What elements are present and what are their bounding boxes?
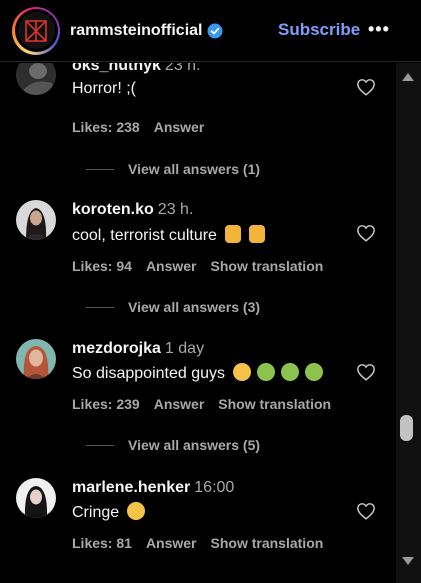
comment-item: koroten.ko 23 h. cool, terrorist culture … — [0, 199, 395, 339]
comment-actions: Likes: 94 Answer Show translation — [72, 258, 337, 274]
comment-time: 23 h. — [164, 63, 201, 74]
comment-author[interactable]: mezdorojka 1 day — [72, 340, 204, 358]
answer-button[interactable]: Answer — [154, 119, 205, 135]
comment-avatar[interactable] — [16, 478, 56, 518]
comment-actions: Likes: 238 Answer — [72, 119, 218, 135]
profile-avatar[interactable] — [12, 6, 60, 55]
comment-time: 16:00 — [194, 479, 235, 496]
divider-line — [86, 306, 114, 308]
post-header: rammsteinofficial Subscribe ••• — [0, 0, 421, 62]
answer-button[interactable]: Answer — [154, 396, 205, 412]
scroll-down-arrow-icon[interactable] — [402, 557, 414, 565]
comments-list[interactable]: oks_nutnyk 23 h. Horror! ;( Likes: 238 Ans… — [0, 63, 395, 583]
comment-actions: Likes: 239 Answer Show translation — [72, 396, 345, 412]
likes-count[interactable]: Likes: 239 — [72, 396, 140, 412]
like-heart-icon[interactable] — [356, 363, 376, 386]
likes-count[interactable]: Likes: 81 — [72, 535, 132, 551]
comment-item: marlene.henker 16:00 Cringe Likes: 81 Answ… — [0, 477, 395, 583]
view-answers-button[interactable]: View all answers (1) — [86, 161, 260, 177]
divider-line — [86, 444, 114, 446]
subscribe-button[interactable]: Subscribe — [278, 20, 360, 40]
comment-text: So disappointed guys — [72, 363, 323, 383]
show-translation-button[interactable]: Show translation — [211, 258, 324, 274]
likes-count[interactable]: Likes: 238 — [72, 119, 140, 135]
comment-time: 23 h. — [157, 201, 194, 218]
comment-avatar[interactable] — [16, 63, 56, 95]
answer-button[interactable]: Answer — [146, 535, 197, 551]
nauseated-face-icon — [281, 363, 299, 381]
comment-item: mezdorojka 1 day So disappointed guys Lik… — [0, 338, 395, 478]
comment-author[interactable]: oks_nutnyk 23 h. — [72, 63, 201, 75]
like-heart-icon[interactable] — [356, 224, 376, 247]
scrollbar-thumb[interactable] — [400, 415, 413, 441]
comment-author[interactable]: marlene.henker 16:00 — [72, 479, 234, 497]
profile-username[interactable]: rammsteinofficial — [70, 22, 202, 40]
nauseated-face-icon — [305, 363, 323, 381]
clapping-hands-icon — [224, 225, 241, 243]
clapping-hands-icon — [248, 225, 265, 243]
divider-line — [86, 168, 114, 170]
comment-text: cool, terrorist culture — [72, 225, 265, 245]
comment-username[interactable]: koroten.ko — [72, 201, 154, 218]
view-answers-button[interactable]: View all answers (5) — [86, 437, 260, 453]
like-heart-icon[interactable] — [356, 502, 376, 525]
comment-time: 1 day — [164, 340, 205, 357]
view-answers-button[interactable]: View all answers (3) — [86, 299, 260, 315]
scroll-up-arrow-icon[interactable] — [402, 73, 414, 81]
answer-button[interactable]: Answer — [146, 258, 197, 274]
comment-author[interactable]: koroten.ko 23 h. — [72, 201, 193, 219]
rammstein-logo-icon — [17, 12, 55, 49]
comment-username[interactable]: mezdorojka — [72, 340, 161, 357]
like-heart-icon[interactable] — [356, 78, 376, 101]
frowning-face-icon — [233, 363, 251, 381]
comment-actions: Likes: 81 Answer Show translation — [72, 535, 337, 551]
comment-username[interactable]: oks_nutnyk — [72, 63, 161, 74]
comment-avatar[interactable] — [16, 339, 56, 379]
flushed-face-icon — [127, 502, 146, 520]
nauseated-face-icon — [257, 363, 275, 381]
show-translation-button[interactable]: Show translation — [211, 535, 324, 551]
comment-username[interactable]: marlene.henker — [72, 479, 190, 496]
more-options-icon[interactable]: ••• — [368, 20, 390, 38]
show-translation-button[interactable]: Show translation — [218, 396, 331, 412]
scrollbar[interactable] — [396, 63, 421, 583]
comment-text: Horror! ;( — [72, 80, 136, 97]
comment-item: oks_nutnyk 23 h. Horror! ;( Likes: 238 Ans… — [0, 63, 395, 193]
likes-count[interactable]: Likes: 94 — [72, 258, 132, 274]
verified-badge-icon — [207, 23, 223, 39]
comment-avatar[interactable] — [16, 200, 56, 240]
comment-text: Cringe — [72, 502, 146, 522]
